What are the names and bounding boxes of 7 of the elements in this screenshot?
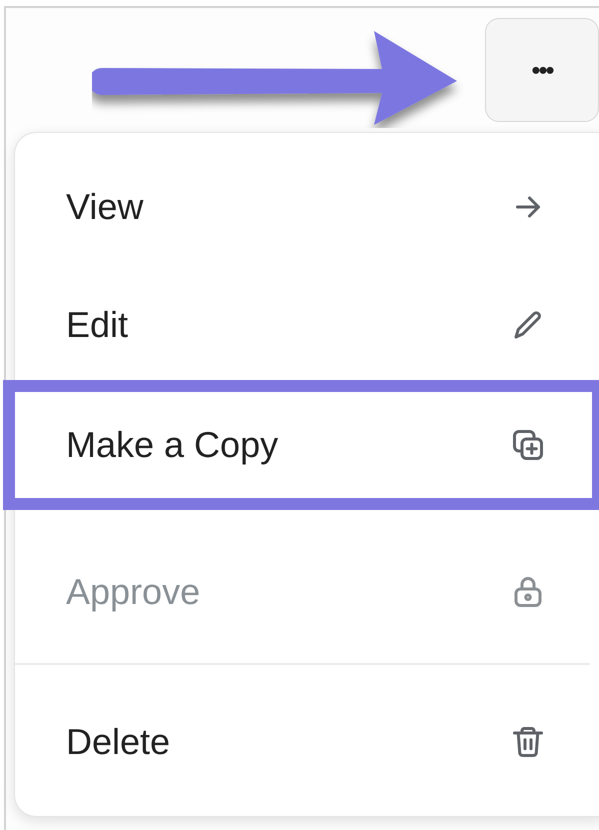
menu-item[interactable]: Delete bbox=[15, 683, 599, 801]
copy-plus-icon bbox=[510, 427, 546, 463]
menu-item[interactable]: Make a Copy bbox=[15, 392, 592, 498]
menu-item[interactable]: Edit bbox=[15, 266, 599, 384]
menu-item[interactable]: View bbox=[15, 148, 599, 266]
more-button[interactable]: ••• bbox=[485, 18, 599, 122]
trash-icon bbox=[510, 724, 546, 760]
